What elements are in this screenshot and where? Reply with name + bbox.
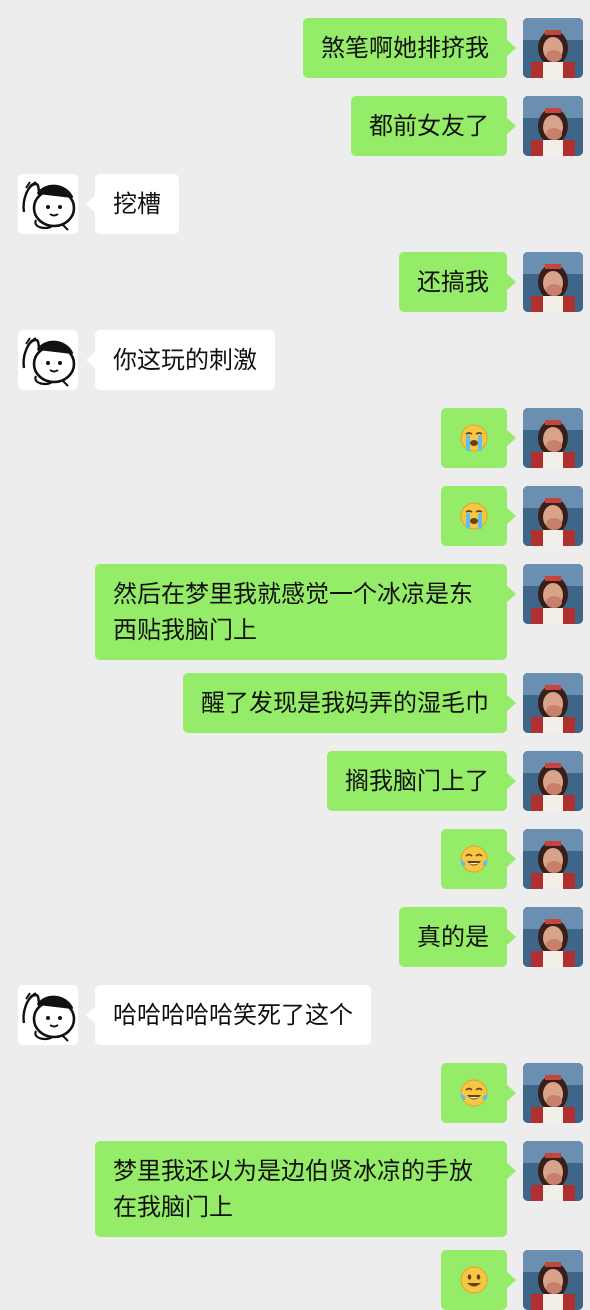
my-avatar[interactable] xyxy=(523,486,583,546)
my-avatar[interactable] xyxy=(523,829,583,889)
message-bubble[interactable]: 搁我脑门上了 xyxy=(327,751,516,811)
message-bubble[interactable]: 真的是 xyxy=(399,907,516,967)
message-text: 梦里我还以为是边伯贤冰凉的手放在我脑门上 xyxy=(113,1157,473,1221)
my-avatar[interactable] xyxy=(523,564,583,624)
message-bubble[interactable]: 挖槽 xyxy=(86,174,179,234)
message-text: 真的是 xyxy=(417,923,489,951)
outgoing-message: 煞笔啊她排挤我 xyxy=(0,18,590,78)
outgoing-message: 搁我脑门上了 xyxy=(0,751,590,811)
message-text: 搁我脑门上了 xyxy=(345,767,489,795)
contact-avatar[interactable] xyxy=(18,985,78,1045)
outgoing-message xyxy=(0,829,590,889)
message-text: 醒了发现是我妈弄的湿毛巾 xyxy=(201,689,489,717)
outgoing-message xyxy=(0,486,590,546)
outgoing-message: 然后在梦里我就感觉一个冰凉是东西贴我脑门上 xyxy=(0,564,590,660)
message-bubble[interactable]: 然后在梦里我就感觉一个冰凉是东西贴我脑门上 xyxy=(95,564,516,660)
message-bubble[interactable]: 都前女友了 xyxy=(351,96,516,156)
message-text: 都前女友了 xyxy=(369,112,489,140)
contact-avatar[interactable] xyxy=(18,330,78,390)
grinning-face-icon xyxy=(459,1265,489,1295)
my-avatar[interactable] xyxy=(523,96,583,156)
outgoing-message: 梦里我还以为是边伯贤冰凉的手放在我脑门上 xyxy=(0,1141,590,1237)
my-avatar[interactable] xyxy=(523,408,583,468)
outgoing-message xyxy=(0,408,590,468)
my-avatar[interactable] xyxy=(523,18,583,78)
outgoing-message xyxy=(0,1250,590,1310)
outgoing-message: 都前女友了 xyxy=(0,96,590,156)
chat-area[interactable]: 煞笔啊她排挤我 都前女友了 挖槽 还搞我 你这玩的刺激 然后在梦里我就感觉一个冰… xyxy=(0,0,590,1310)
crying-face-icon xyxy=(459,423,489,453)
message-text: 然后在梦里我就感觉一个冰凉是东西贴我脑门上 xyxy=(113,580,473,644)
outgoing-message: 还搞我 xyxy=(0,252,590,312)
message-bubble[interactable]: 还搞我 xyxy=(399,252,516,312)
crying-face-icon xyxy=(459,501,489,531)
message-text: 哈哈哈哈哈笑死了这个 xyxy=(113,1001,353,1029)
message-text: 你这玩的刺激 xyxy=(113,346,257,374)
my-avatar[interactable] xyxy=(523,1063,583,1123)
my-avatar[interactable] xyxy=(523,1250,583,1310)
my-avatar[interactable] xyxy=(523,751,583,811)
message-text: 还搞我 xyxy=(417,268,489,296)
incoming-message: 你这玩的刺激 xyxy=(0,330,590,390)
incoming-message: 挖槽 xyxy=(0,174,590,234)
tears-of-joy-icon xyxy=(459,1078,489,1108)
message-text: 煞笔啊她排挤我 xyxy=(321,34,489,62)
contact-avatar[interactable] xyxy=(18,174,78,234)
outgoing-message: 真的是 xyxy=(0,907,590,967)
emoji-message-bubble[interactable] xyxy=(441,1250,516,1310)
emoji-message-bubble[interactable] xyxy=(441,408,516,468)
my-avatar[interactable] xyxy=(523,907,583,967)
message-bubble[interactable]: 梦里我还以为是边伯贤冰凉的手放在我脑门上 xyxy=(95,1141,516,1237)
message-text: 挖槽 xyxy=(113,190,161,218)
outgoing-message xyxy=(0,1063,590,1123)
emoji-message-bubble[interactable] xyxy=(441,1063,516,1123)
message-bubble[interactable]: 哈哈哈哈哈笑死了这个 xyxy=(86,985,371,1045)
message-bubble[interactable]: 醒了发现是我妈弄的湿毛巾 xyxy=(183,673,516,733)
emoji-message-bubble[interactable] xyxy=(441,829,516,889)
emoji-message-bubble[interactable] xyxy=(441,486,516,546)
message-bubble[interactable]: 煞笔啊她排挤我 xyxy=(303,18,516,78)
my-avatar[interactable] xyxy=(523,1141,583,1201)
tears-of-joy-icon xyxy=(459,844,489,874)
message-bubble[interactable]: 你这玩的刺激 xyxy=(86,330,275,390)
my-avatar[interactable] xyxy=(523,673,583,733)
incoming-message: 哈哈哈哈哈笑死了这个 xyxy=(0,985,590,1045)
outgoing-message: 醒了发现是我妈弄的湿毛巾 xyxy=(0,673,590,733)
my-avatar[interactable] xyxy=(523,252,583,312)
